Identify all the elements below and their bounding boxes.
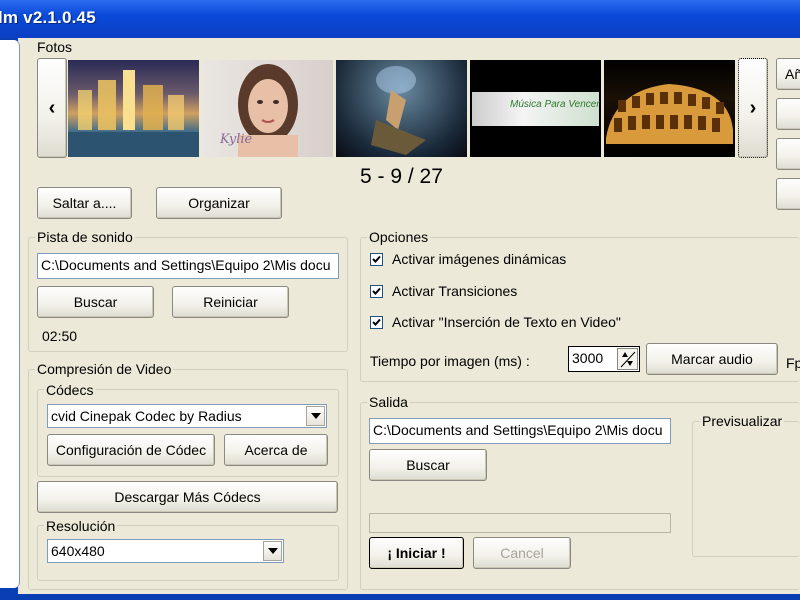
fps-label: Fp	[786, 355, 800, 371]
next-photos-button[interactable]: ›	[738, 58, 768, 158]
checkmark-icon	[372, 255, 381, 263]
jump-to-button[interactable]: Saltar a....	[37, 187, 132, 219]
photo-thumbnail-4[interactable]: Música Para Vencer	[470, 60, 601, 157]
time-spinner[interactable]	[617, 348, 638, 370]
resolution-value: 640x480	[51, 543, 105, 559]
thumbnail-caption: Música Para Vencer	[510, 99, 600, 110]
side-button-4[interactable]	[776, 178, 800, 210]
options-label: Opciones	[367, 229, 431, 245]
up-down-arrows-icon	[620, 351, 636, 368]
fotos-label: Fotos	[35, 39, 75, 55]
resolution-label: Resolución	[44, 518, 118, 534]
preview-group	[692, 421, 800, 557]
window-title: lm v2.1.0.45	[0, 8, 96, 27]
photo-thumbnail-3[interactable]	[336, 60, 467, 157]
thumbnail-caption: Kylie	[220, 132, 253, 147]
title-bar[interactable]	[0, 0, 800, 38]
organize-button[interactable]: Organizar	[156, 187, 282, 219]
chevron-down-icon[interactable]	[263, 541, 282, 561]
codec-config-button[interactable]: Configuración de Códec	[47, 434, 215, 466]
codecs-label: Códecs	[44, 382, 96, 398]
codec-about-button[interactable]: Acerca de	[224, 434, 328, 466]
progress-bar	[369, 513, 671, 533]
text-insertion-checkbox[interactable]	[370, 316, 383, 329]
photo-thumbnail-5[interactable]	[604, 60, 735, 157]
add-button-label: Añ	[785, 66, 800, 82]
time-per-image-label: Tiempo por imagen (ms) :	[370, 353, 530, 369]
audio-reset-button[interactable]: Reiniciar	[172, 286, 289, 318]
checkmark-icon	[372, 318, 381, 326]
chevron-left-icon: ‹	[48, 96, 56, 119]
photo-counter: 5 - 9 / 27	[360, 165, 443, 188]
download-codecs-button[interactable]: Descargar Más Códecs	[37, 481, 338, 513]
photo-thumbnail-1[interactable]	[68, 60, 199, 157]
resolution-select[interactable]: 640x480	[47, 539, 284, 563]
photo-thumbnail-2[interactable]: Kylie	[202, 60, 333, 157]
window-bottom-border	[0, 594, 800, 600]
output-path-field[interactable]: C:\Documents and Settings\Equipo 2\Mis d…	[369, 418, 671, 444]
prev-photos-button[interactable]: ‹	[37, 58, 67, 158]
start-button[interactable]: ¡ Iniciar !	[369, 537, 464, 569]
transitions-checkbox[interactable]	[370, 285, 383, 298]
chevron-down-icon[interactable]	[306, 406, 325, 426]
codec-select[interactable]: cvid Cinepak Codec by Radius	[47, 404, 327, 428]
audio-label: Pista de sonido	[35, 229, 135, 245]
dynamic-images-checkbox[interactable]	[370, 253, 383, 266]
side-button-2[interactable]	[776, 98, 800, 130]
text-insertion-label: Activar "Inserción de Texto en Video"	[392, 314, 621, 330]
transitions-label: Activar Transiciones	[392, 283, 518, 299]
cancel-button[interactable]: Cancel	[473, 537, 571, 569]
codec-value: cvid Cinepak Codec by Radius	[51, 408, 242, 424]
preview-label: Previsualizar	[700, 413, 785, 429]
dynamic-images-label: Activar imágenes dinámicas	[392, 251, 567, 267]
output-label: Salida	[367, 394, 410, 410]
compression-label: Compresión de Video	[35, 361, 174, 377]
time-per-image-value: 3000	[572, 350, 604, 366]
audio-search-button[interactable]: Buscar	[37, 286, 154, 318]
side-button-3[interactable]	[776, 138, 800, 170]
audio-path-field[interactable]: C:\Documents and Settings\Equipo 2\Mis d…	[37, 253, 339, 279]
output-search-button[interactable]: Buscar	[369, 449, 487, 481]
checkmark-icon	[372, 287, 381, 295]
chevron-right-icon: ›	[749, 96, 757, 119]
mark-audio-button[interactable]: Marcar audio	[646, 343, 778, 375]
side-panel	[0, 40, 20, 588]
audio-duration: 02:50	[42, 328, 78, 344]
add-button[interactable]: Añ	[776, 58, 800, 90]
